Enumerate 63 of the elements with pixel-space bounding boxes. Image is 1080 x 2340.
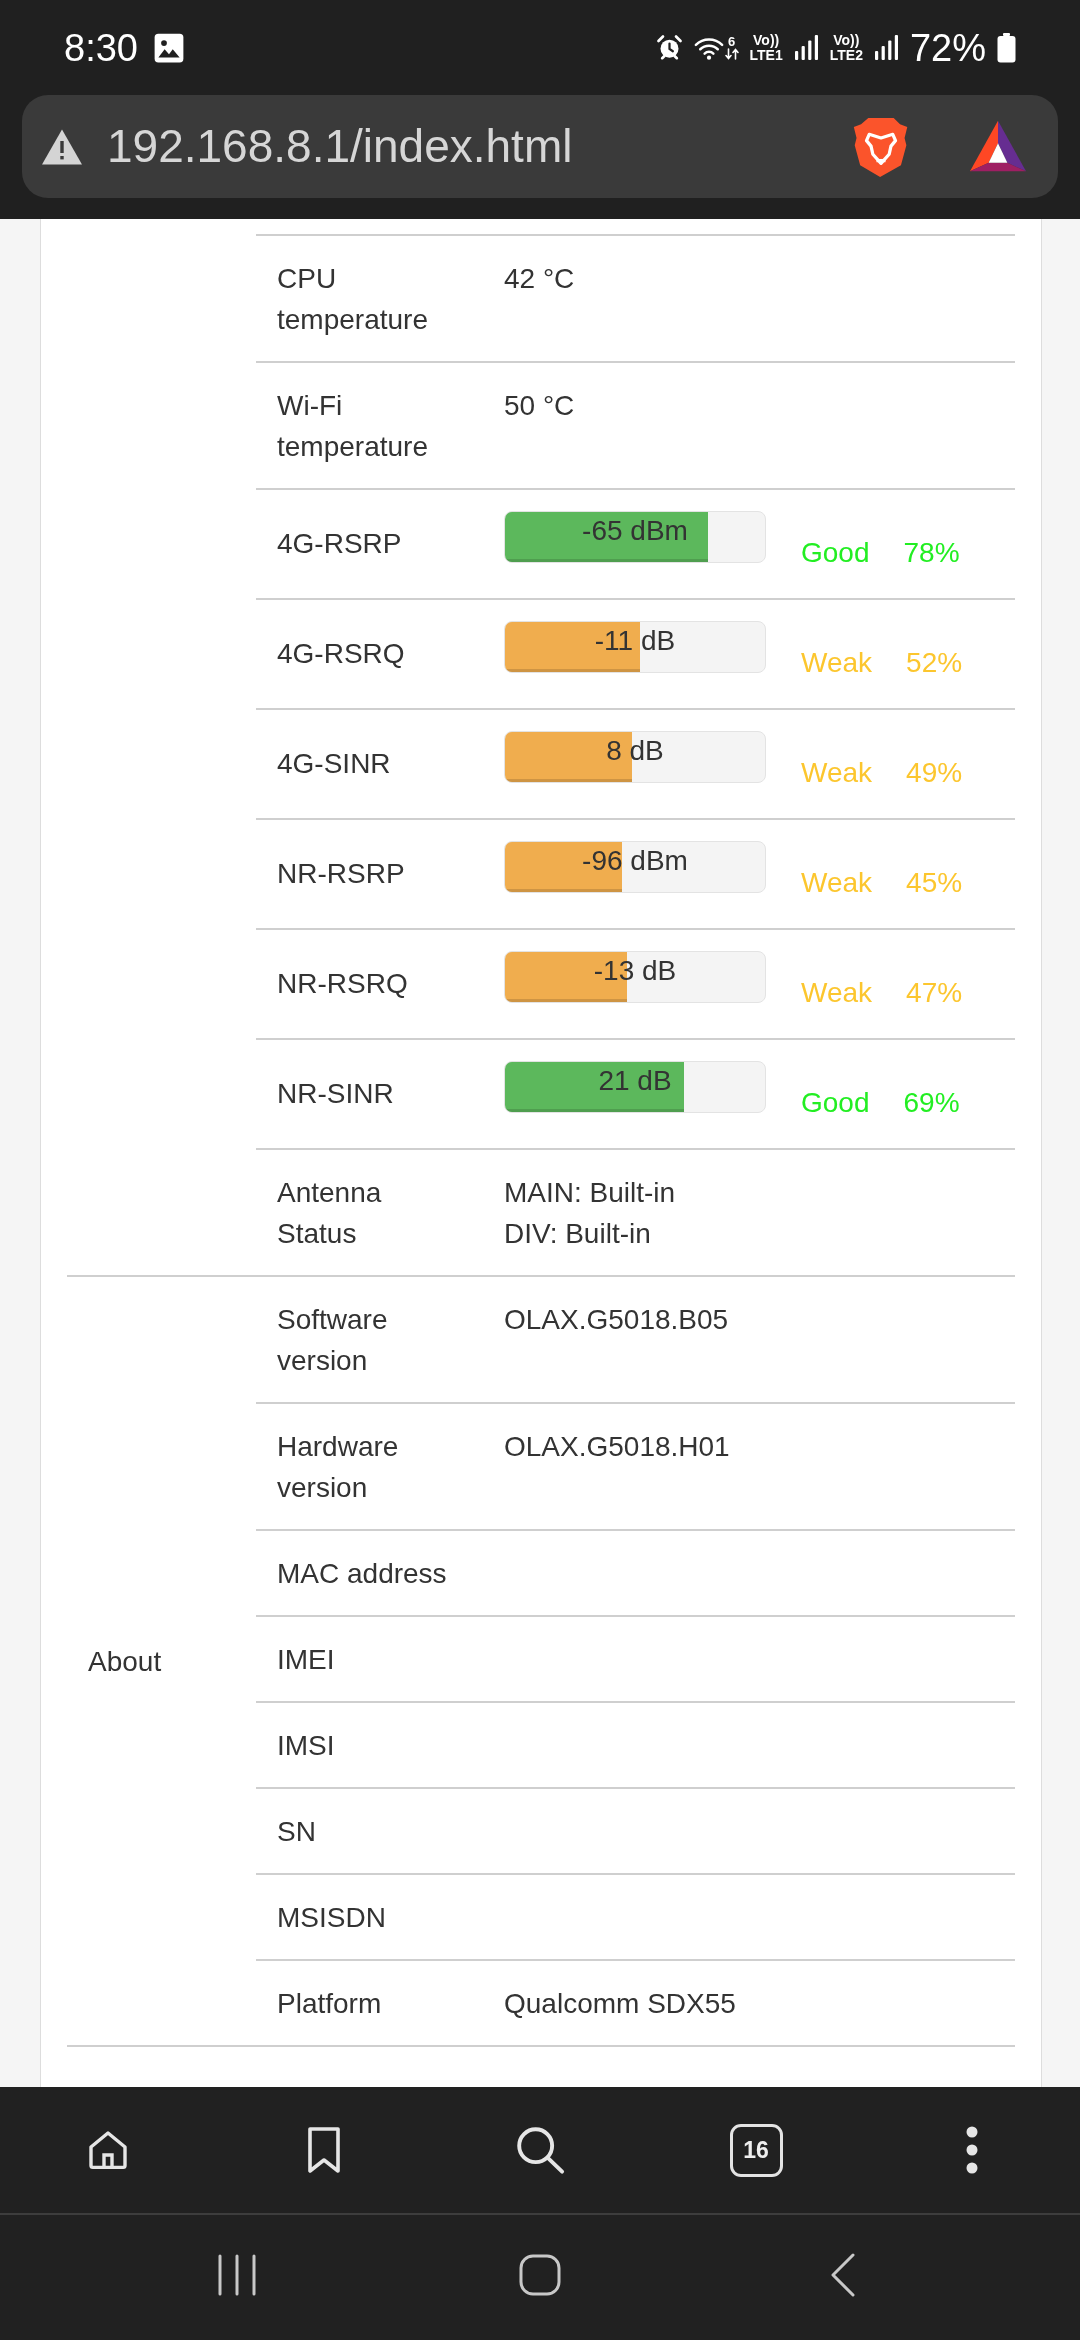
- volte-text: Vo)): [833, 32, 860, 48]
- image-icon: [153, 32, 184, 63]
- signal-quality-text: Weak: [801, 976, 873, 1010]
- info-label: IMEI: [277, 1643, 335, 1677]
- info-label: NR-RSRQ: [277, 967, 408, 1001]
- battery-icon: [997, 32, 1016, 63]
- signal-quality-text: Weak: [801, 866, 873, 900]
- signal-quality-text: Weak: [801, 756, 873, 790]
- volte-text: Vo)): [753, 32, 780, 48]
- signal-percent-text: 47%: [906, 976, 963, 1010]
- info-label: 4G-RSRQ: [277, 637, 405, 671]
- signal-bars-icon: [873, 34, 899, 61]
- tab-count-button[interactable]: 16: [729, 2123, 783, 2177]
- info-label: Software version: [277, 1303, 389, 1378]
- bookmark-icon[interactable]: [307, 2126, 341, 2174]
- battery-percent: 72%: [909, 28, 986, 67]
- info-label: Wi-Fi temperature: [277, 389, 429, 464]
- home-button-icon[interactable]: [519, 2253, 561, 2296]
- info-label: IMSI: [277, 1729, 335, 1763]
- signal-reading-text: -11 dB: [594, 624, 676, 658]
- signal-reading-text: 21 dB: [598, 1064, 672, 1098]
- signal-percent-text: 52%: [906, 646, 963, 680]
- info-label: CPU temperature: [277, 262, 429, 337]
- signal-quality-text: Good: [801, 536, 870, 570]
- info-value: OLAX.G5018.B05: [504, 1303, 729, 1337]
- info-label: Antenna Status: [277, 1176, 383, 1251]
- network-type-text: LTE1: [749, 47, 783, 63]
- alarm-clock-icon: [655, 34, 683, 61]
- signal-percent-text: 78%: [903, 536, 960, 570]
- signal-reading-text: -65 dBm: [582, 514, 688, 548]
- signal-percent-text: 49%: [906, 756, 963, 790]
- wifi-standard-text: 6: [727, 35, 736, 48]
- info-value: OLAX.G5018.H01: [504, 1430, 730, 1464]
- back-icon[interactable]: [830, 2252, 856, 2297]
- signal-percent-text: 69%: [903, 1086, 960, 1120]
- info-label: NR-SINR: [277, 1077, 394, 1111]
- more-options-icon[interactable]: [966, 2126, 978, 2174]
- info-label: MAC address: [277, 1557, 447, 1591]
- signal-percent-text: 45%: [906, 866, 963, 900]
- clock-time: 8:30: [64, 28, 138, 67]
- info-value: MAIN: Built-in: [504, 1176, 676, 1210]
- network-type-text: LTE2: [829, 47, 863, 63]
- info-value: 42 °C: [504, 262, 575, 296]
- signal-bars-icon: [793, 34, 819, 61]
- info-label: Platform: [277, 1987, 382, 2021]
- signal-quality-text: Weak: [801, 646, 873, 680]
- info-label: NR-RSRP: [277, 857, 405, 891]
- info-label: SN: [277, 1815, 316, 1849]
- section-title: About: [88, 1644, 162, 1679]
- info-value: 50 °C: [504, 389, 575, 423]
- wifi-icon: [693, 35, 724, 60]
- search-icon[interactable]: [514, 2124, 566, 2176]
- info-label: 4G-RSRP: [277, 527, 402, 561]
- info-label: 4G-SINR: [277, 747, 391, 781]
- data-arrows-icon: [724, 48, 739, 60]
- warning-icon[interactable]: [41, 127, 83, 166]
- signal-reading-text: -96 dBm: [582, 844, 688, 878]
- info-value: DIV: Built-in: [504, 1217, 651, 1251]
- signal-quality-text: Good: [801, 1086, 870, 1120]
- info-label: MSISDN: [277, 1901, 386, 1935]
- info-value: Qualcomm SDX55: [504, 1987, 736, 2021]
- recent-apps-icon[interactable]: [217, 2253, 257, 2296]
- info-label: Hardware version: [277, 1430, 400, 1505]
